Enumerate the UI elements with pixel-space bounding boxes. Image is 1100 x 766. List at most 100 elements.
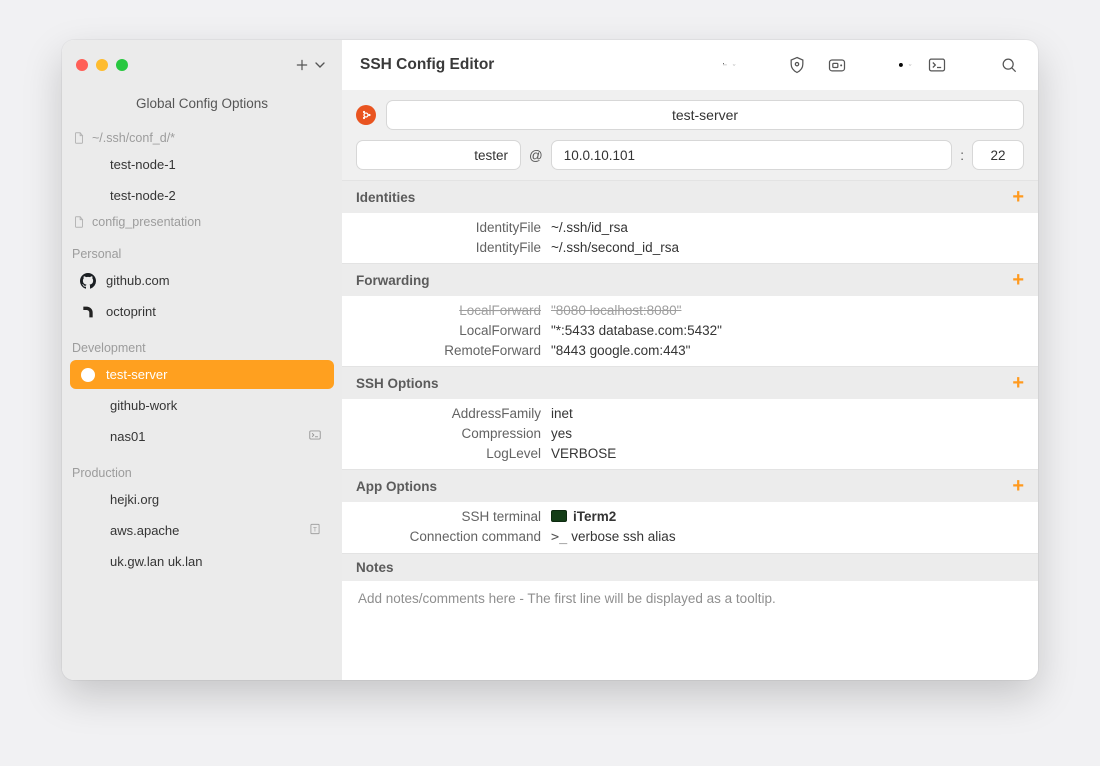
sidebar-item-octoprint[interactable]: octoprint	[70, 297, 334, 326]
sidebar-include-label: config_presentation	[92, 215, 201, 229]
sidebar-item-hejki[interactable]: hejki.org	[70, 485, 334, 514]
ubuntu-icon	[360, 109, 372, 121]
port-input[interactable]	[972, 140, 1024, 170]
notes-textarea[interactable]: Add notes/comments here - The first line…	[342, 581, 1038, 680]
chevron-down-icon	[732, 60, 736, 70]
zoom-window-button[interactable]	[116, 59, 128, 71]
sidebar-item-github-work[interactable]: github-work	[70, 391, 334, 420]
sidebar-item-label: hejki.org	[110, 492, 159, 507]
app-option-row[interactable]: Connection command >_verbose ssh alias	[342, 526, 1038, 547]
section-app-options-header: App Options +	[342, 469, 1038, 502]
sidebar-item-test-server[interactable]: test-server	[70, 360, 334, 389]
add-app-option-button[interactable]: +	[1012, 476, 1024, 496]
sidebar-item-label: test-node-2	[110, 188, 176, 203]
sidebar-item-label: github-work	[110, 398, 177, 413]
toolbar-shield-button[interactable]	[786, 54, 808, 76]
kv-value: VERBOSE	[551, 446, 1024, 461]
forward-row[interactable]: RemoteForward "8443 google.com:443"	[342, 340, 1038, 360]
toolbar-terminal-button[interactable]	[926, 54, 948, 76]
sidebar-item-label: nas01	[110, 429, 145, 444]
ubuntu-icon	[80, 367, 96, 383]
kv-value: "8080 localhost:8080"	[551, 303, 1024, 318]
kv-value: iTerm2	[551, 509, 1024, 524]
traffic-lights	[76, 59, 128, 71]
sidebar-item-nas01[interactable]: nas01	[70, 422, 334, 451]
kv-key: Compression	[356, 426, 541, 441]
kv-key: LocalForward	[356, 303, 541, 318]
section-forwarding: LocalForward "8080 localhost:8080" Local…	[342, 296, 1038, 366]
prompt-icon: >_	[551, 529, 567, 545]
toolbar-search-button[interactable]	[998, 54, 1020, 76]
add-identity-button[interactable]: +	[1012, 187, 1024, 207]
add-forward-button[interactable]: +	[1012, 270, 1024, 290]
forward-row[interactable]: LocalForward "8080 localhost:8080"	[342, 300, 1038, 320]
section-notes-header: Notes	[342, 553, 1038, 581]
add-host-dropdown[interactable]	[294, 57, 328, 73]
sidebar-item-uk-gw[interactable]: uk.gw.lan uk.lan	[70, 547, 334, 576]
add-ssh-option-button[interactable]: +	[1012, 373, 1024, 393]
close-window-button[interactable]	[76, 59, 88, 71]
toolbar-more-dropdown[interactable]	[898, 60, 912, 70]
kv-key: IdentityFile	[356, 240, 541, 255]
at-separator: @	[529, 148, 543, 163]
kv-key: IdentityFile	[356, 220, 541, 235]
sidebar-item-test-node-2[interactable]: test-node-2	[70, 181, 334, 210]
option-row[interactable]: LogLevel VERBOSE	[342, 443, 1038, 463]
search-icon	[999, 55, 1019, 75]
section-title: App Options	[356, 479, 437, 494]
sidebar-section-label: Production	[72, 466, 132, 480]
section-title: SSH Options	[356, 376, 439, 391]
kv-value: "*:5433 database.com:5432"	[551, 323, 1024, 338]
toolbar-vault-button[interactable]	[826, 54, 848, 76]
stamp-badge-icon: T	[308, 522, 322, 539]
section-ssh-options: AddressFamily inet Compression yes LogLe…	[342, 399, 1038, 469]
sidebar-item-label: test-node-1	[110, 157, 176, 172]
kv-key: RemoteForward	[356, 343, 541, 358]
sidebar-section-personal[interactable]: Personal	[62, 243, 342, 265]
user-input[interactable]	[356, 140, 521, 170]
main-panel: SSH Config Editor	[342, 40, 1038, 680]
sidebar-item-label: test-server	[106, 367, 167, 382]
option-row[interactable]: AddressFamily inet	[342, 403, 1038, 423]
minimize-window-button[interactable]	[96, 59, 108, 71]
kv-key: LogLevel	[356, 446, 541, 461]
terminal-badge-icon	[308, 428, 322, 445]
host-header: @ :	[342, 90, 1038, 180]
kv-key: SSH terminal	[356, 509, 541, 524]
app-option-row[interactable]: SSH terminal iTerm2	[342, 506, 1038, 526]
sidebar-section-development[interactable]: Development	[62, 337, 342, 359]
sidebar-item-label: aws.apache	[110, 523, 179, 538]
host-ip-input[interactable]	[551, 140, 953, 170]
identity-row[interactable]: IdentityFile ~/.ssh/id_rsa	[342, 217, 1038, 237]
sidebar-item-github[interactable]: github.com	[70, 266, 334, 295]
app-window: Global Config Options ~/.ssh/conf_d/* te…	[62, 40, 1038, 680]
kv-key: AddressFamily	[356, 406, 541, 421]
colon-separator: :	[960, 148, 964, 163]
sidebar-item-test-node-1[interactable]: test-node-1	[70, 150, 334, 179]
sidebar-item-label: octoprint	[106, 304, 156, 319]
section-forwarding-header: Forwarding +	[342, 263, 1038, 296]
sidebar-include-label: ~/.ssh/conf_d/*	[92, 131, 175, 145]
identity-row[interactable]: IdentityFile ~/.ssh/second_id_rsa	[342, 237, 1038, 257]
sidebar-top	[62, 40, 342, 90]
kv-value: >_verbose ssh alias	[551, 529, 1024, 545]
sidebar-section-production[interactable]: Production	[62, 462, 342, 484]
kv-value: ~/.ssh/id_rsa	[551, 220, 1024, 235]
host-os-icon[interactable]	[356, 105, 376, 125]
sidebar-section-label: Personal	[72, 247, 121, 261]
sidebar-item-aws-apache[interactable]: aws.apache T	[70, 516, 334, 545]
github-icon	[80, 273, 96, 289]
sidebar: Global Config Options ~/.ssh/conf_d/* te…	[62, 40, 342, 680]
more-icon	[898, 62, 904, 68]
option-row[interactable]: Compression yes	[342, 423, 1038, 443]
sidebar-item-label: github.com	[106, 273, 170, 288]
toolbar-sort-dropdown[interactable]	[722, 60, 736, 70]
sidebar-include[interactable]: ~/.ssh/conf_d/*	[62, 127, 342, 149]
kv-value: inet	[551, 406, 1024, 421]
forward-row[interactable]: LocalForward "*:5433 database.com:5432"	[342, 320, 1038, 340]
section-identities: IdentityFile ~/.ssh/id_rsa IdentityFile …	[342, 213, 1038, 263]
global-config-options[interactable]: Global Config Options	[62, 90, 342, 127]
sidebar-include[interactable]: config_presentation	[62, 211, 342, 233]
sidebar-section-label: Development	[72, 341, 146, 355]
hostname-input[interactable]	[386, 100, 1024, 130]
